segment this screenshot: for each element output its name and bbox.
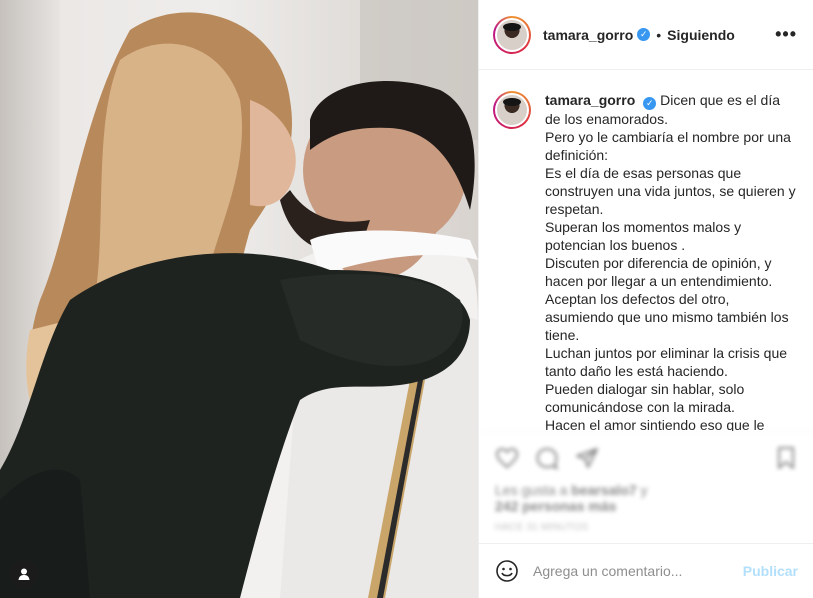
avatar-image bbox=[497, 19, 527, 50]
more-options-icon[interactable]: ••• bbox=[775, 24, 797, 45]
likes-summary[interactable]: Les gusta a bearsalo7 y 242 personas más bbox=[495, 482, 798, 514]
caption-text: tamara_gorro ✓ Dicen que es el día de los… bbox=[545, 91, 798, 431]
caption-body: Dicen que es el día de los enamorados. P… bbox=[545, 92, 796, 431]
share-icon[interactable] bbox=[575, 446, 599, 470]
author-avatar[interactable] bbox=[493, 15, 531, 54]
likes-user[interactable]: bearsalo7 bbox=[571, 482, 636, 498]
save-bookmark-icon[interactable] bbox=[774, 446, 798, 470]
post-timestamp[interactable]: HACE 31 MINUTOS bbox=[495, 522, 798, 533]
likes-count[interactable]: 242 personas más bbox=[495, 498, 616, 514]
likes-suffix: y bbox=[636, 482, 648, 498]
post-sidebar: tamara_gorro ✓ • Siguiendo ••• tamara_go… bbox=[478, 0, 813, 598]
person-icon bbox=[18, 568, 30, 580]
post-actions: Les gusta a bearsalo7 y 242 personas más… bbox=[479, 431, 813, 543]
verified-badge-icon: ✓ bbox=[637, 28, 651, 41]
caption-section: tamara_gorro ✓ Dicen que es el día de los… bbox=[479, 71, 813, 431]
couple-illustration bbox=[0, 12, 478, 598]
author-username[interactable]: tamara_gorro bbox=[543, 27, 633, 43]
likes-prefix: Les gusta a bbox=[495, 482, 572, 498]
post-photo[interactable] bbox=[0, 0, 478, 598]
caption-username[interactable]: tamara_gorro bbox=[545, 92, 635, 108]
user-tag-button[interactable] bbox=[10, 560, 38, 588]
heart-icon[interactable] bbox=[495, 446, 519, 470]
emoji-icon[interactable] bbox=[495, 559, 519, 583]
following-button[interactable]: Siguiendo bbox=[667, 27, 735, 43]
verified-badge-icon: ✓ bbox=[643, 97, 657, 110]
comment-input[interactable] bbox=[533, 563, 743, 579]
publish-button[interactable]: Publicar bbox=[743, 563, 798, 579]
avatar-image bbox=[497, 95, 527, 125]
post-header: tamara_gorro ✓ • Siguiendo ••• bbox=[479, 0, 813, 70]
caption-avatar[interactable] bbox=[493, 91, 531, 129]
separator-dot: • bbox=[656, 26, 662, 43]
comment-icon[interactable] bbox=[535, 446, 559, 470]
comment-form: Publicar bbox=[479, 543, 813, 598]
